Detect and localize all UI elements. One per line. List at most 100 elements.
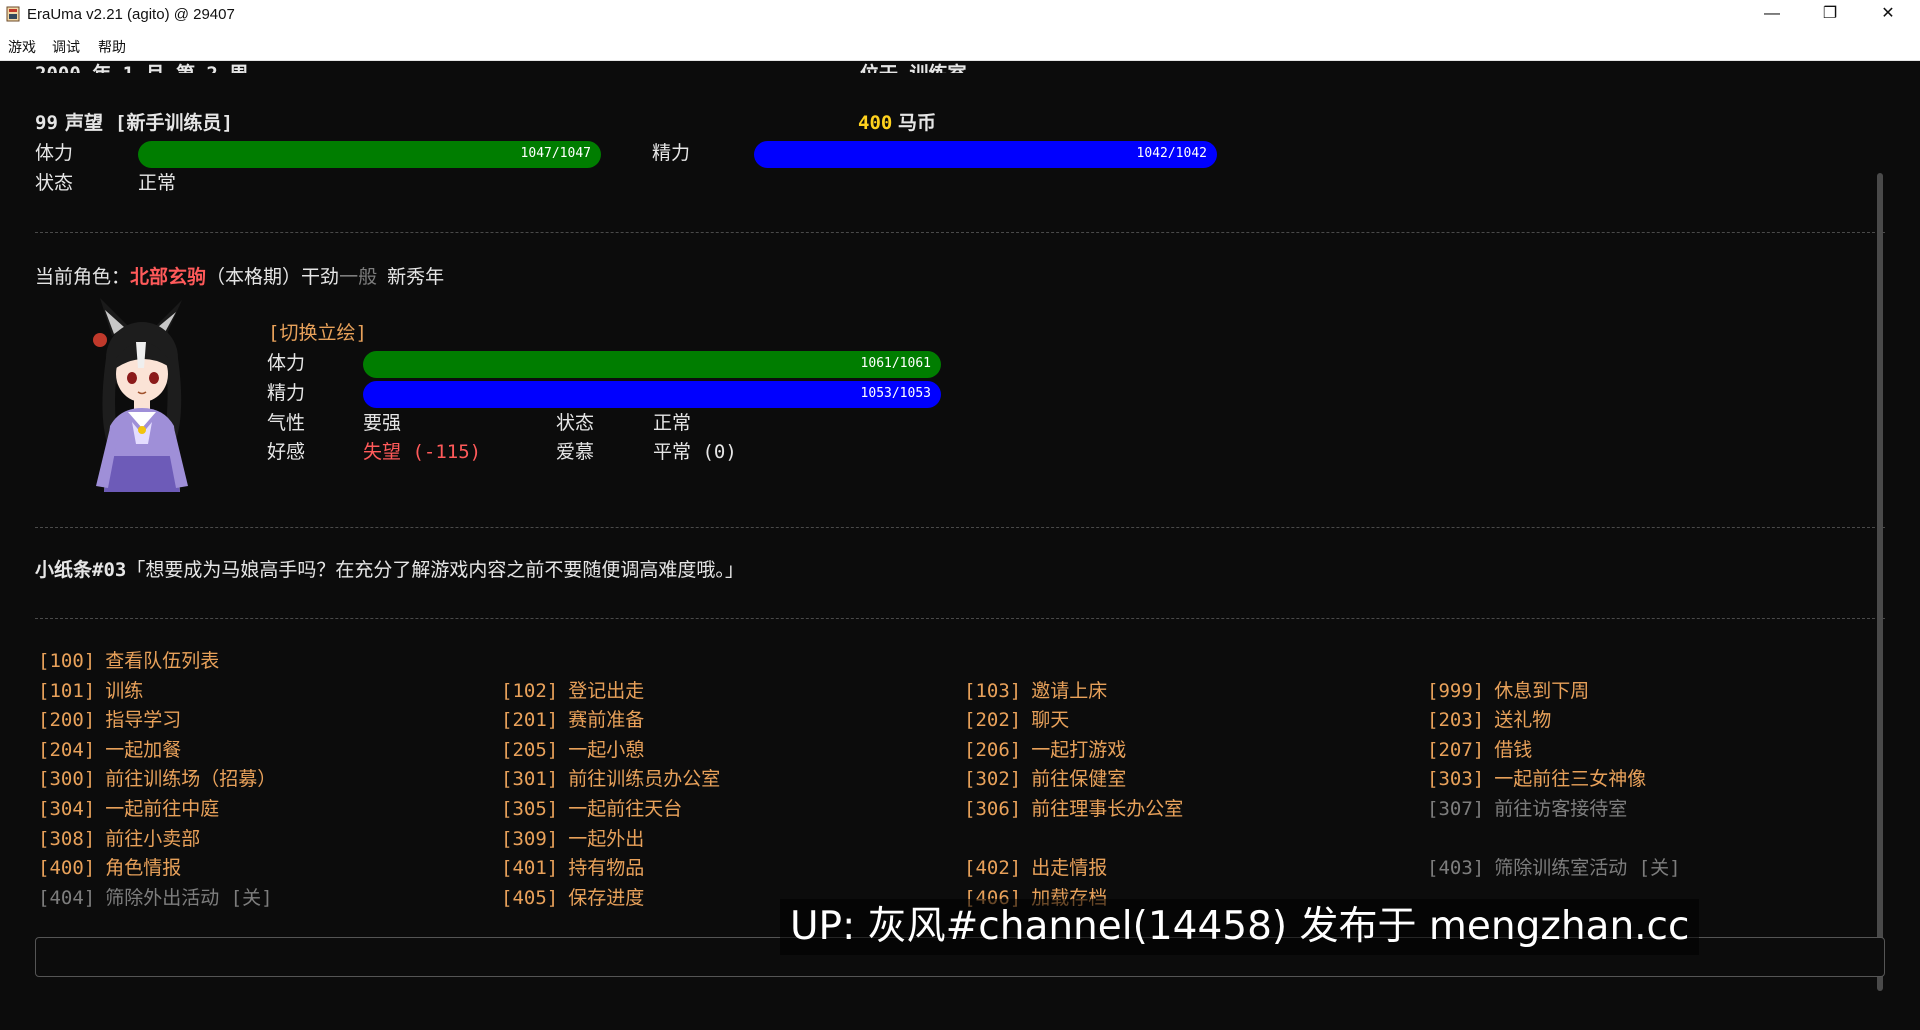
window-title: EraUma v2.21 (agito) @ 29407	[27, 6, 235, 23]
command-item[interactable]: [101] 训练	[38, 678, 143, 704]
scrollbar[interactable]	[1877, 173, 1883, 991]
character-stamina-bar: 1061/1061	[363, 351, 941, 378]
command-item[interactable]: [201] 赛前准备	[501, 707, 644, 733]
command-item[interactable]: [205] 一起小憩	[501, 737, 644, 763]
command-label: 筛除训练室活动 [关]	[1494, 857, 1681, 879]
tip-text: 「想要成为马娘高手吗？在充分了解游戏内容之前不要随便调高难度哦。」	[126, 559, 744, 581]
command-label: 借钱	[1494, 739, 1533, 761]
command-item[interactable]: [204] 一起加餐	[38, 737, 181, 763]
affection-label: 好感	[267, 441, 306, 463]
command-id: [303]	[1427, 768, 1485, 790]
command-label: 送礼物	[1494, 709, 1552, 731]
menu-debug[interactable]: 调试	[52, 37, 80, 57]
command-item[interactable]: [100] 查看队伍列表	[38, 648, 219, 674]
command-item[interactable]: [400] 角色情报	[38, 855, 181, 881]
command-item[interactable]: [309] 一起外出	[501, 826, 644, 852]
command-item[interactable]: [999] 休息到下周	[1427, 678, 1589, 704]
character-period: （本格期）	[206, 266, 302, 288]
command-item[interactable]: [203] 送礼物	[1427, 707, 1551, 733]
command-label: 训练	[105, 680, 144, 702]
command-id: [200]	[38, 709, 96, 731]
character-status-label: 状态	[556, 412, 595, 434]
command-label: 一起前往三女神像	[1494, 768, 1647, 790]
command-item[interactable]: [200] 指导学习	[38, 707, 181, 733]
command-item[interactable]: [306] 前往理事长办公室	[964, 796, 1183, 822]
command-item: [403] 筛除训练室活动 [关]	[1427, 855, 1681, 881]
command-id: [307]	[1427, 798, 1485, 820]
command-item[interactable]: [304] 一起前往中庭	[38, 796, 219, 822]
command-label: 筛除外出活动 [关]	[105, 887, 273, 909]
character-name[interactable]: 北部玄驹	[130, 266, 206, 288]
command-label: 一起前往天台	[568, 798, 683, 820]
command-item[interactable]: [103] 邀请上床	[964, 678, 1107, 704]
motivation-value: 一般	[339, 266, 378, 288]
motivation-label: 干劲	[301, 266, 340, 288]
switch-portrait-button[interactable]: [切换立绘]	[268, 320, 367, 346]
command-id: [302]	[964, 768, 1022, 790]
command-item[interactable]: [305] 一起前往天台	[501, 796, 682, 822]
command-label: 休息到下周	[1494, 680, 1590, 702]
command-item[interactable]: [402] 出走情报	[964, 855, 1107, 881]
command-id: [405]	[501, 887, 559, 909]
date-line: 2000 年 1 月 第 2 周	[35, 61, 248, 73]
divider	[35, 618, 1885, 619]
command-label: 指导学习	[105, 709, 182, 731]
money-label: 马币	[898, 112, 937, 134]
command-item[interactable]: [308] 前往小卖部	[38, 826, 200, 852]
command-label: 一起加餐	[105, 739, 182, 761]
trainer-rank: [新手训练员]	[115, 112, 233, 134]
trainer-energy-label: 精力	[652, 142, 691, 164]
command-id: [103]	[964, 680, 1022, 702]
temper-label: 气性	[267, 412, 306, 434]
command-label: 持有物品	[568, 857, 645, 879]
command-id: [999]	[1427, 680, 1485, 702]
command-item[interactable]: [206] 一起打游戏	[964, 737, 1126, 763]
command-label: 出走情报	[1031, 857, 1108, 879]
command-item[interactable]: [303] 一起前往三女神像	[1427, 766, 1646, 792]
menu-help[interactable]: 帮助	[98, 37, 126, 57]
divider	[35, 527, 1885, 528]
command-label: 聊天	[1031, 709, 1070, 731]
command-label: 角色情报	[105, 857, 182, 879]
affection-value: 失望 (-115)	[363, 441, 482, 463]
command-item[interactable]: [102] 登记出走	[501, 678, 644, 704]
command-id: [100]	[38, 650, 96, 672]
command-id: [102]	[501, 680, 559, 702]
money-value: 400	[858, 112, 893, 134]
command-label: 邀请上床	[1031, 680, 1108, 702]
character-portrait	[93, 298, 188, 492]
command-item[interactable]: [302] 前往保健室	[964, 766, 1126, 792]
command-id: [201]	[501, 709, 559, 731]
command-label: 前往训练员办公室	[568, 768, 721, 790]
trainer-energy-value: 1042/1042	[1136, 146, 1207, 161]
command-label: 前往理事长办公室	[1031, 798, 1184, 820]
command-id: [205]	[501, 739, 559, 761]
command-id: [206]	[964, 739, 1022, 761]
trainer-stamina-value: 1047/1047	[520, 146, 591, 161]
trainer-energy-bar: 1042/1042	[754, 141, 1217, 168]
title-bar: EraUma v2.21 (agito) @ 29407 — ❐ ✕	[0, 0, 1920, 30]
command-item[interactable]: [301] 前往训练员办公室	[501, 766, 720, 792]
character-energy-value: 1053/1053	[860, 386, 931, 401]
trainer-stamina-bar: 1047/1047	[138, 141, 601, 168]
menu-game[interactable]: 游戏	[8, 37, 36, 57]
menu-bar: 游戏 调试 帮助	[0, 30, 1920, 61]
command-label: 前往保健室	[1031, 768, 1127, 790]
character-prefix: 当前角色：	[35, 266, 131, 288]
command-item[interactable]: [202] 聊天	[964, 707, 1069, 733]
close-button[interactable]: ✕	[1859, 0, 1917, 30]
character-energy-label: 精力	[267, 382, 306, 404]
love-label: 爱慕	[556, 441, 595, 463]
temper-value: 要强	[363, 412, 402, 434]
command-id: [207]	[1427, 739, 1485, 761]
command-item[interactable]: [401] 持有物品	[501, 855, 644, 881]
command-item[interactable]: [405] 保存进度	[501, 885, 644, 911]
maximize-button[interactable]: ❐	[1801, 0, 1859, 30]
command-id: [304]	[38, 798, 96, 820]
command-id: [308]	[38, 828, 96, 850]
command-item[interactable]: [300] 前往训练场（招募）	[38, 766, 276, 792]
command-id: [101]	[38, 680, 96, 702]
command-label: 登记出走	[568, 680, 645, 702]
command-item[interactable]: [207] 借钱	[1427, 737, 1532, 763]
minimize-button[interactable]: —	[1743, 0, 1801, 30]
